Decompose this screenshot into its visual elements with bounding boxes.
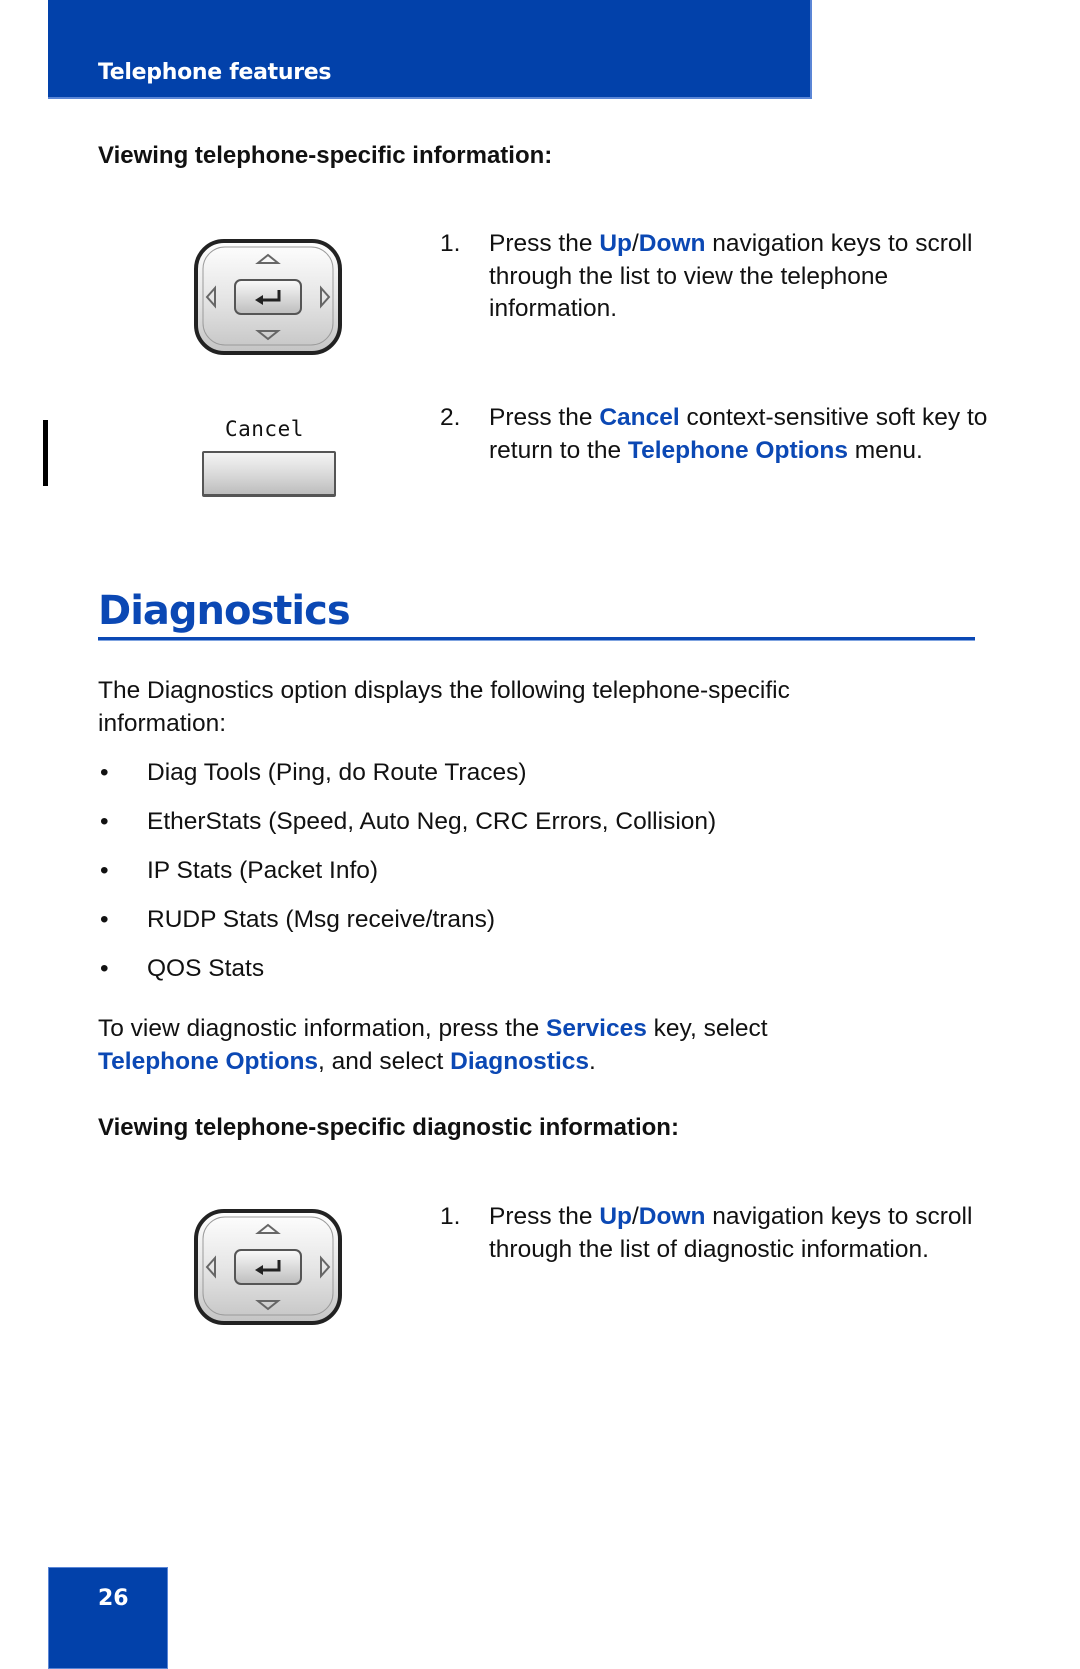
step-text: Press the Up/Down navigation keys to scr… <box>489 228 1000 326</box>
list-item-text: IP Stats (Packet Info) <box>147 857 379 884</box>
list-item-text: QOS Stats <box>147 955 265 982</box>
softkey-label: Cancel <box>225 417 304 441</box>
text: / <box>631 1203 639 1230</box>
text: To view diagnostic information, press th… <box>98 1015 547 1042</box>
diagnostics-intro: The Diagnostics option displays the foll… <box>98 677 790 737</box>
bullet: • <box>100 759 109 786</box>
text: key, select <box>646 1015 768 1042</box>
navigation-cluster-icon <box>194 239 342 355</box>
change-bar <box>43 420 48 486</box>
step-number: 2. <box>440 404 461 431</box>
up-key-ref: Up <box>599 1203 632 1230</box>
section-heading: Diagnostics <box>98 588 351 634</box>
bullet: • <box>100 906 109 933</box>
bullet: • <box>100 955 109 982</box>
list-item-text: RUDP Stats (Msg receive/trans) <box>147 906 496 933</box>
services-key-ref: Services <box>546 1015 647 1042</box>
step-2: 2. Press the Cancel context-sensitive so… <box>440 402 1000 467</box>
page-number: 26 <box>98 1586 129 1611</box>
diagnostics-instruction: To view diagnostic information, press th… <box>98 1013 878 1078</box>
navigation-cluster-icon <box>194 1209 342 1325</box>
section-subheading: Viewing telephone-specific diagnostic in… <box>98 1114 679 1141</box>
diagnostics-list: • Diag Tools (Ping, do Route Traces) • Eth… <box>100 757 716 1002</box>
chapter-title: Telephone features <box>98 60 332 85</box>
bullet: • <box>100 808 109 835</box>
step-number: 1. <box>440 230 461 257</box>
step-1-lower: 1. Press the Up/Down navigation keys to … <box>440 1201 1000 1266</box>
section-subheading: Viewing telephone-specific information: <box>98 142 553 169</box>
step-text: Press the Cancel context-sensitive soft … <box>489 402 1000 467</box>
list-item-text: Diag Tools (Ping, do Route Traces) <box>147 759 527 786</box>
step-1-upper: 1. Press the Up/Down navigation keys to … <box>440 228 1000 326</box>
cancel-key-ref: Cancel <box>599 404 680 431</box>
bullet: • <box>100 857 109 884</box>
list-item-text: EtherStats (Speed, Auto Neg, CRC Errors,… <box>147 808 717 835</box>
softkey-icon <box>202 451 336 497</box>
telephone-options-ref: Telephone Options <box>98 1047 319 1075</box>
down-key-ref: Down <box>638 1203 706 1230</box>
down-key-ref: Down <box>638 230 706 257</box>
diagnostics-ref: Diagnostics <box>450 1047 590 1075</box>
text: . <box>589 1047 596 1075</box>
telephone-options-ref: Telephone Options <box>627 436 848 464</box>
up-key-ref: Up <box>599 230 632 257</box>
text: / <box>631 230 639 257</box>
heading-rule <box>98 637 975 641</box>
list-item: • IP Stats (Packet Info) <box>100 855 716 904</box>
text: , and select <box>318 1047 451 1075</box>
list-item: • QOS Stats <box>100 953 716 1002</box>
text: Press the <box>489 404 600 431</box>
list-item: • RUDP Stats (Msg receive/trans) <box>100 904 716 953</box>
text: Press the <box>489 1203 600 1230</box>
list-item: • Diag Tools (Ping, do Route Traces) <box>100 757 716 806</box>
list-item: • EtherStats (Speed, Auto Neg, CRC Errors… <box>100 806 716 855</box>
text: menu. <box>847 436 923 464</box>
text: Press the <box>489 230 600 257</box>
page-number-box <box>48 1567 168 1669</box>
step-number: 1. <box>440 1203 461 1230</box>
step-text: Press the Up/Down navigation keys to scr… <box>489 1201 1000 1266</box>
